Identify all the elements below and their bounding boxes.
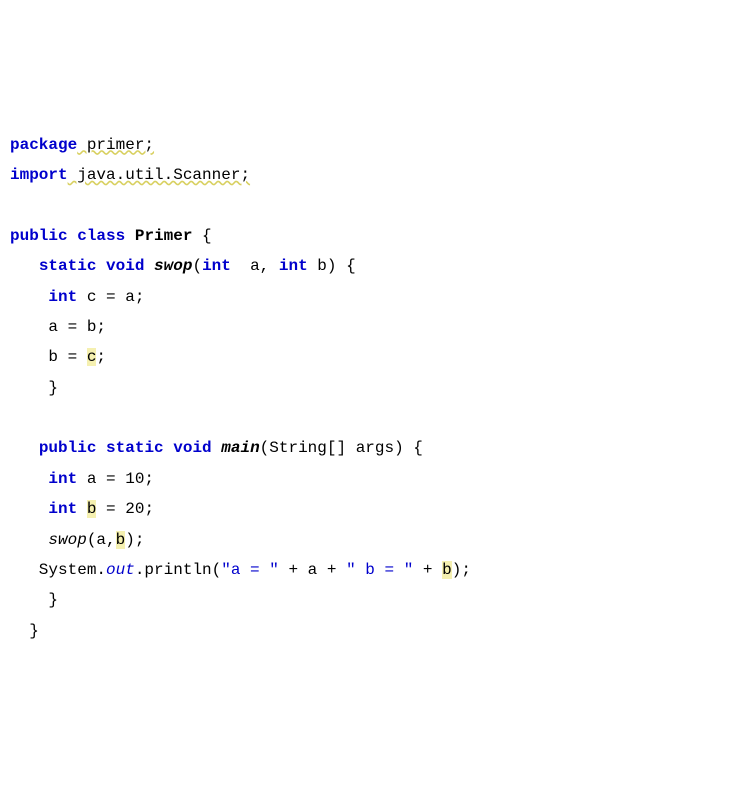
code-line: swop(a,b); (10, 531, 144, 549)
operator: + (413, 561, 442, 579)
keyword-int: int (202, 257, 231, 275)
code-line: a = b; (10, 318, 106, 336)
indent (10, 531, 48, 549)
method-name-swop: swop (154, 257, 192, 275)
method-call-swop: swop (48, 531, 86, 549)
highlight-c: c (87, 348, 97, 366)
params: (String[] args) { (260, 439, 423, 457)
keyword-int: int (48, 500, 77, 518)
args: (a, (87, 531, 116, 549)
args: ); (125, 531, 144, 549)
brace: { (192, 227, 211, 245)
params: a, (231, 257, 279, 275)
keyword-static: static (39, 257, 97, 275)
class-name: Primer (135, 227, 193, 245)
keyword-public: public (10, 227, 68, 245)
method-call: .println( (135, 561, 221, 579)
statement: System. (10, 561, 106, 579)
string-literal: " b = " (346, 561, 413, 579)
statement: a = 10; (77, 470, 154, 488)
code-line: static void swop(int a, int b) { (10, 257, 356, 275)
import-name: java.util.Scanner; (68, 166, 250, 184)
indent (10, 257, 39, 275)
keyword-int: int (48, 288, 77, 306)
code-line: int a = 10; (10, 470, 154, 488)
brace: } (10, 591, 58, 609)
statement: b = (10, 348, 87, 366)
semicolon: ; (96, 348, 106, 366)
code-line: System.out.println("a = " + a + " b = " … (10, 561, 471, 579)
string-literal: "a = " (221, 561, 279, 579)
operator: + a + (279, 561, 346, 579)
statement: c = a; (77, 288, 144, 306)
code-line: b = c; (10, 348, 106, 366)
field-out: out (106, 561, 135, 579)
keyword-int: int (279, 257, 308, 275)
keyword-package: package (10, 136, 77, 154)
indent (10, 288, 48, 306)
code-editor: package primer; import java.util.Scanner… (10, 130, 727, 647)
keyword-static: static (106, 439, 164, 457)
space (77, 500, 87, 518)
code-line: import java.util.Scanner; (10, 166, 250, 184)
indent (10, 439, 39, 457)
highlight-b: b (116, 531, 126, 549)
package-name: primer; (77, 136, 154, 154)
highlight-b: b (87, 500, 97, 518)
brace: } (10, 379, 58, 397)
keyword-public: public (39, 439, 97, 457)
brace: } (10, 622, 39, 640)
code-line: int b = 20; (10, 500, 154, 518)
highlight-b: b (442, 561, 452, 579)
code-line: public class Primer { (10, 227, 212, 245)
keyword-import: import (10, 166, 68, 184)
paren: ( (192, 257, 202, 275)
method-name-main: main (221, 439, 259, 457)
statement: = 20; (96, 500, 154, 518)
params: b) { (308, 257, 356, 275)
code-line: } (10, 379, 58, 397)
indent (10, 470, 48, 488)
code-line: } (10, 622, 39, 640)
code-line: package primer; (10, 136, 154, 154)
keyword-int: int (48, 470, 77, 488)
code-line: int c = a; (10, 288, 144, 306)
keyword-void: void (173, 439, 211, 457)
code-line: public static void main(String[] args) { (10, 439, 423, 457)
keyword-class: class (77, 227, 125, 245)
keyword-void: void (106, 257, 144, 275)
statement: a = b; (10, 318, 106, 336)
indent (10, 500, 48, 518)
code-line: } (10, 591, 58, 609)
tail: ); (452, 561, 471, 579)
